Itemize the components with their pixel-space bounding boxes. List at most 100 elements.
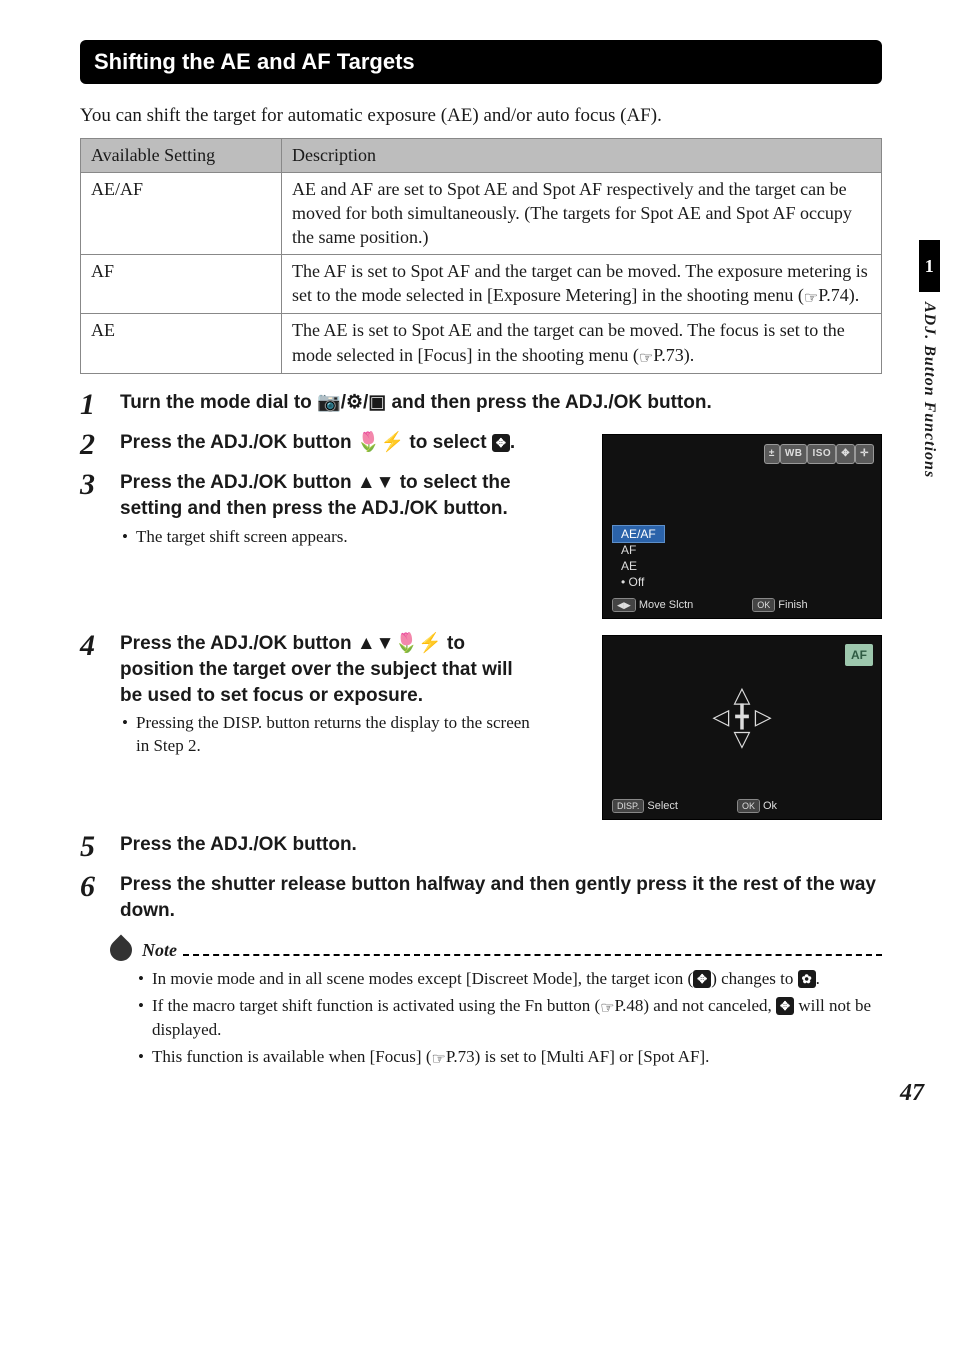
- text: Press the ADJ./OK button: [120, 432, 357, 453]
- note-item: This function is available when [Focus] …: [152, 1046, 882, 1071]
- guide-bar: DISP. Select OK Ok: [603, 799, 881, 814]
- menu-item: AF: [613, 542, 664, 558]
- menu-item: • Off: [613, 574, 664, 590]
- menu-item: AE: [613, 558, 664, 574]
- step-number: 5: [80, 832, 120, 862]
- text: .: [816, 969, 820, 988]
- lcd-screen-target: AF △◁ ╋ ▷▽ DISP. Select OK Ok: [602, 635, 882, 820]
- guide-label: Select: [647, 800, 678, 812]
- step-sub: Pressing the DISP. button returns the di…: [136, 712, 540, 758]
- table-cell: AE and AF are set to Spot AE and Spot AF…: [282, 172, 882, 254]
- note-list: In movie mode and in all scene modes exc…: [80, 968, 882, 1071]
- text: If the macro target shift function is ac…: [152, 996, 600, 1015]
- step-number: 1: [80, 390, 120, 420]
- text: ) changes to: [711, 969, 797, 988]
- settings-table: Available Setting Description AE/AF AE a…: [80, 138, 882, 374]
- text: P.48) and not canceled,: [615, 996, 776, 1015]
- guide-label: Finish: [778, 599, 807, 611]
- side-tab: 1 ADJ. Button Functions: [918, 240, 940, 478]
- cross-icon: ✛: [856, 445, 873, 463]
- step: 6 Press the shutter release button halfw…: [80, 872, 882, 923]
- text: The AF is set to Spot AF and the target …: [292, 261, 868, 305]
- macro-flash-icon: 🌷⚡: [357, 432, 404, 453]
- table-row: AF The AF is set to Spot AF and the targ…: [81, 254, 882, 314]
- key-icon: DISP.: [613, 800, 643, 812]
- af-badge: AF: [845, 644, 873, 666]
- table-cell: The AE is set to Spot AE and the target …: [282, 314, 882, 374]
- step: 2 Press the ADJ./OK button 🌷⚡ to select …: [80, 430, 586, 460]
- wb-icon: WB: [781, 445, 807, 463]
- target-box-icon: ✥: [693, 970, 711, 988]
- reference-icon: ☞: [639, 348, 653, 370]
- step-number: 6: [80, 872, 120, 902]
- iso-icon: ISO: [808, 445, 835, 463]
- chapter-label: ADJ. Button Functions: [918, 302, 940, 478]
- text: P.73).: [653, 345, 694, 365]
- table-cell: AE/AF: [81, 172, 282, 254]
- text: Press the ADJ./OK button: [120, 472, 357, 493]
- note-item: If the macro target shift function is ac…: [152, 995, 882, 1043]
- table-row: AE The AE is set to Spot AE and the targ…: [81, 314, 882, 374]
- dpad-icon: ▲▼🌷⚡: [357, 633, 442, 654]
- mode-dial-icon: 📷/⚙/▣: [317, 392, 386, 413]
- text: and then press the ADJ./OK button.: [386, 392, 711, 413]
- step-number: 2: [80, 430, 120, 460]
- table-row: AE/AF AE and AF are set to Spot AE and S…: [81, 172, 882, 254]
- target-icon: ✥: [837, 445, 854, 463]
- step-headline: Press the shutter release button halfway…: [120, 872, 882, 923]
- key-icon: OK: [753, 599, 774, 611]
- table-cell: AE: [81, 314, 282, 374]
- divider: [183, 943, 882, 956]
- text: to select: [404, 432, 492, 453]
- intro-text: You can shift the target for automatic e…: [80, 103, 882, 129]
- step: 1 Turn the mode dial to 📷/⚙/▣ and then p…: [80, 390, 882, 420]
- step-headline: Press the ADJ./OK button.: [120, 832, 882, 858]
- text: This function is available when [Focus] …: [152, 1047, 432, 1066]
- text: P.73) is set to [Multi AF] or [Spot AF].: [446, 1047, 710, 1066]
- table-header: Description: [282, 139, 882, 172]
- text: Press the ADJ./OK button: [120, 633, 357, 654]
- note-item: In movie mode and in all scene modes exc…: [152, 968, 882, 991]
- guide-label: Move Slctn: [639, 599, 693, 611]
- note-icon: [105, 934, 136, 965]
- key-icon: ◀▶: [613, 599, 635, 611]
- step-headline: Press the ADJ./OK button ▲▼ to select th…: [120, 470, 540, 521]
- step: 4 Press the ADJ./OK button ▲▼🌷⚡ to posit…: [80, 631, 586, 758]
- menu-list: AE/AF AF AE • Off: [613, 526, 664, 590]
- guide-label: Ok: [763, 800, 777, 812]
- reference-icon: ☞: [432, 1049, 446, 1071]
- status-badges: ± WB ISO ✥ ✛: [765, 445, 873, 463]
- chapter-number: 1: [919, 240, 940, 292]
- note-title: Note: [142, 938, 177, 962]
- step-headline: Turn the mode dial to 📷/⚙/▣ and then pre…: [120, 390, 882, 416]
- lcd-screen-menu: ± WB ISO ✥ ✛ AE/AF AF AE • Off ◀▶ Move Sl…: [602, 434, 882, 619]
- table-cell: AF: [81, 254, 282, 314]
- table-cell: The AF is set to Spot AF and the target …: [282, 254, 882, 314]
- step: 3 Press the ADJ./OK button ▲▼ to select …: [80, 470, 586, 548]
- target-box-icon: ✥: [492, 434, 510, 452]
- step-number: 4: [80, 631, 120, 661]
- reference-icon: ☞: [804, 288, 818, 310]
- up-down-icon: ▲▼: [357, 472, 395, 493]
- text: .: [510, 432, 515, 453]
- target-box-icon: ✥: [776, 997, 794, 1015]
- step-headline: Press the ADJ./OK button 🌷⚡ to select ✥.: [120, 430, 540, 456]
- page-number: 47: [900, 1077, 924, 1109]
- key-icon: OK: [738, 800, 759, 812]
- step-headline: Press the ADJ./OK button ▲▼🌷⚡ to positio…: [120, 631, 540, 708]
- note-header: Note: [110, 938, 882, 962]
- section-header: Shifting the AE and AF Targets: [80, 40, 882, 84]
- text: The AE is set to Spot AE and the target …: [292, 320, 845, 364]
- menu-item-selected: AE/AF: [613, 526, 664, 542]
- flower-target-icon: ✿: [798, 970, 816, 988]
- step-number: 3: [80, 470, 120, 500]
- step-sub: The target shift screen appears.: [136, 526, 540, 549]
- guide-bar: ◀▶ Move Slctn OK Finish: [603, 598, 881, 613]
- text: P.74).: [818, 285, 859, 305]
- exposure-comp-icon: ±: [765, 445, 779, 463]
- text: In movie mode and in all scene modes exc…: [152, 969, 693, 988]
- target-cross-icon: △◁ ╋ ▷▽: [712, 684, 771, 750]
- step: 5 Press the ADJ./OK button.: [80, 832, 882, 862]
- table-header: Available Setting: [81, 139, 282, 172]
- reference-icon: ☞: [600, 998, 614, 1020]
